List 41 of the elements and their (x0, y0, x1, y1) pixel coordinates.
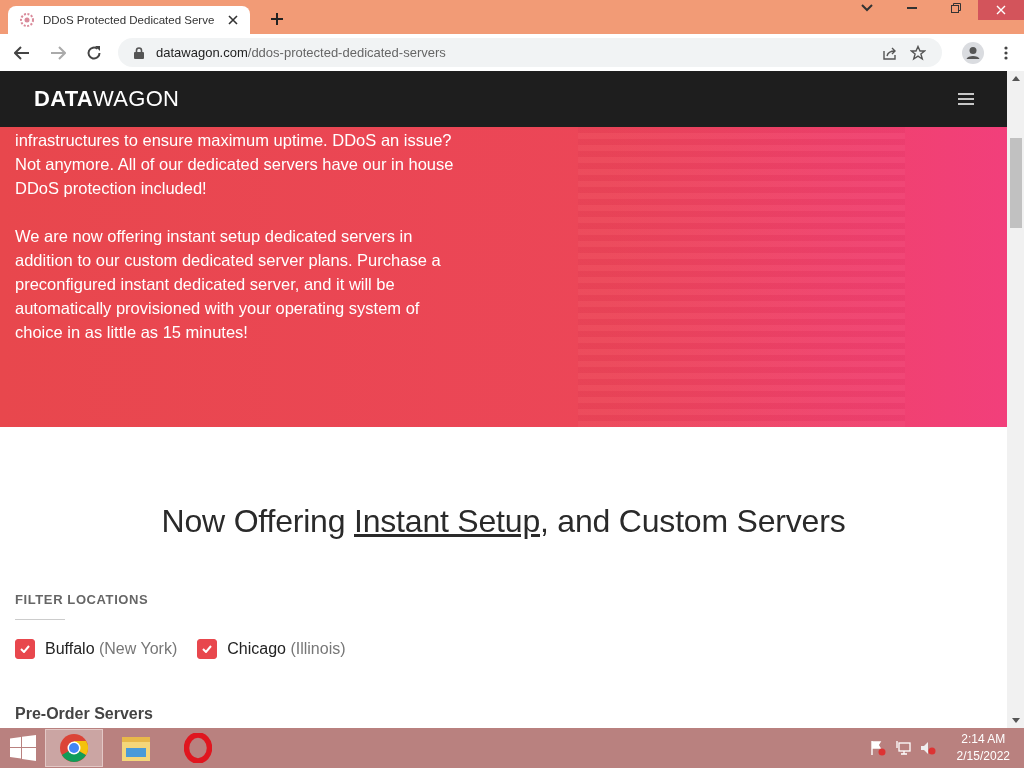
back-arrow-icon[interactable] (14, 45, 30, 60)
instant-setup-link[interactable]: Instant Setup (354, 503, 540, 539)
reload-icon[interactable] (86, 44, 102, 61)
browser-tab[interactable]: DDoS Protected Dedicated Serve (8, 6, 250, 34)
checkmark-icon (202, 645, 213, 653)
chrome-browser-icon (59, 733, 89, 763)
checkmark-icon (20, 645, 30, 653)
scroll-down-arrow-icon[interactable] (1011, 718, 1020, 723)
taskbar-app-button[interactable] (45, 729, 103, 767)
lock-icon (134, 46, 144, 59)
filter-title: FILTER LOCATIONS (15, 592, 150, 607)
windows-logo-icon[interactable] (10, 735, 36, 761)
star-icon[interactable] (910, 44, 926, 61)
close-icon[interactable] (228, 15, 238, 25)
hero-paragraph: infrastructures to ensure maximum uptime. DDoS an issue? Not anymore. All of our dedicated servers have our in house DDoS protection included! (15, 130, 455, 199)
address-field[interactable]: datawagon.com/ddos-protected-dedicated-servers (118, 38, 942, 67)
network-icon[interactable] (894, 740, 911, 756)
hero-paragraph: We are now offering instant setup dedicated servers in addition to our custom dedicated server plans. Purchase a preconfigured instant dedicated server, and it will be automatically provisioned with your operating system of choice in as little as 15 minutes! (15, 226, 442, 343)
restore-icon[interactable] (951, 3, 961, 13)
chevron-down-icon[interactable] (861, 4, 873, 12)
scrollbar-thumb[interactable] (1009, 138, 1022, 228)
location-label[interactable]: Buffalo (New York) (45, 640, 178, 658)
profile-avatar-icon[interactable] (962, 41, 984, 64)
location-checkbox[interactable] (197, 639, 218, 659)
opera-browser-icon (184, 733, 212, 763)
folder-icon (121, 734, 151, 762)
tab-title: DDoS Protected Dedicated Serve (43, 14, 216, 26)
plus-icon[interactable] (270, 12, 284, 26)
close-icon (996, 5, 1006, 15)
section-title: Pre-Order Servers (15, 705, 154, 723)
location-checkbox[interactable] (15, 639, 35, 659)
section-heading: Now Offering Instant Setup, and Custom Servers (160, 503, 847, 540)
site-logo[interactable]: DATAWAGON (34, 86, 180, 112)
flower-icon (20, 13, 34, 27)
location-label[interactable]: Chicago (Illinois) (227, 640, 346, 658)
menu-dots-icon[interactable] (1004, 45, 1008, 60)
menu-icon[interactable] (958, 93, 974, 105)
flag-warning-icon[interactable] (869, 740, 886, 756)
speaker-muted-icon[interactable] (919, 740, 936, 756)
scroll-up-arrow-icon[interactable] (1011, 76, 1020, 81)
scrollbar[interactable] (1007, 71, 1024, 728)
